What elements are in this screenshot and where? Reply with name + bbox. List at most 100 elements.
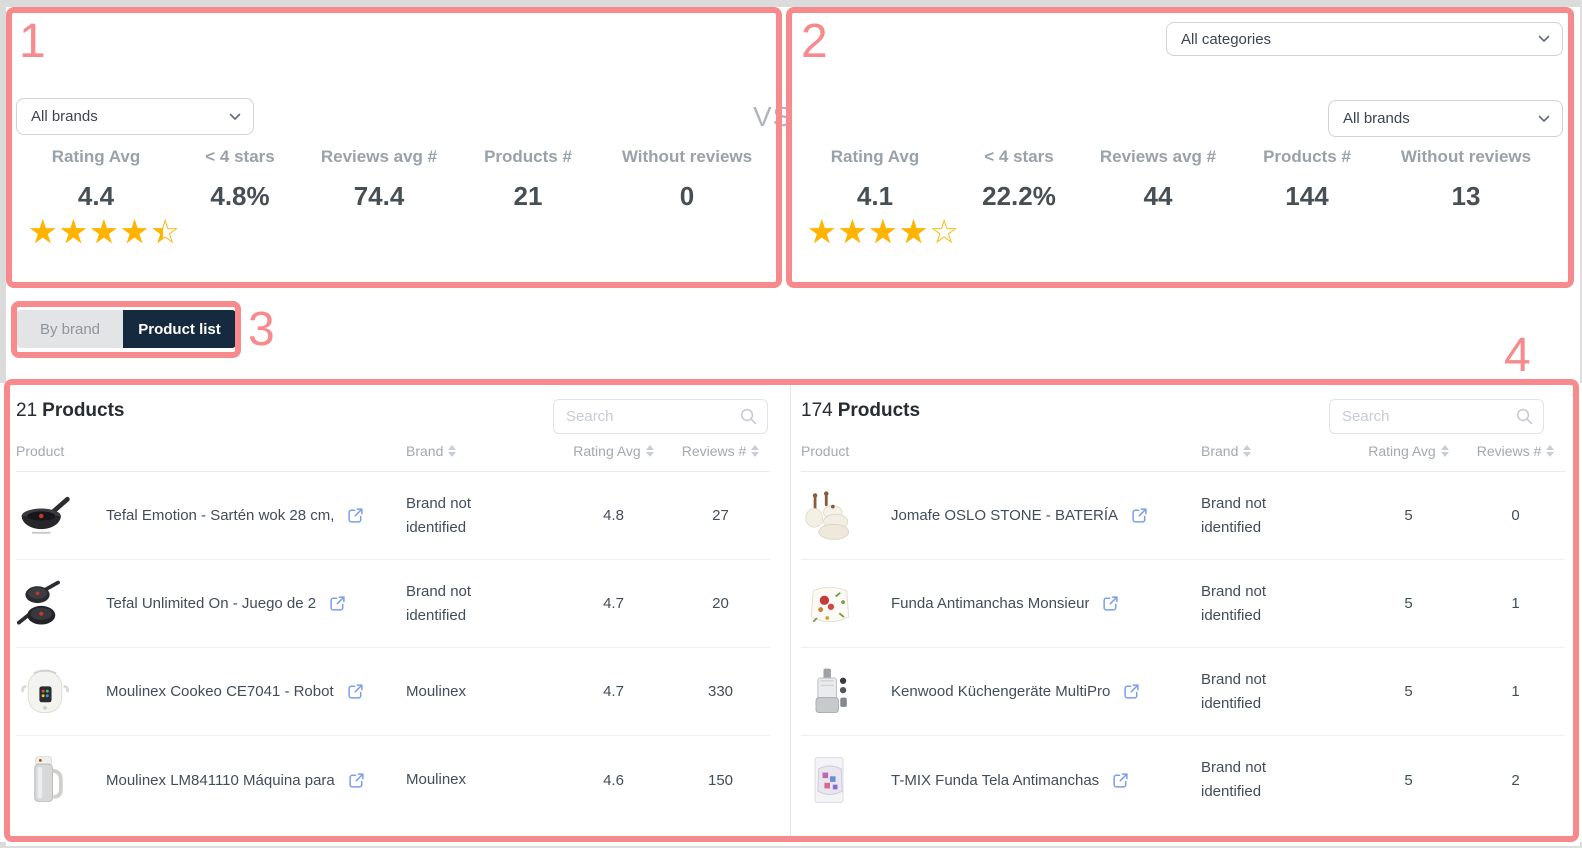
stat-label: Without reviews — [602, 147, 772, 167]
vs-label: VS — [753, 101, 792, 133]
stat-label: Reviews avg # — [304, 147, 454, 167]
column-header-brand[interactable]: Brand — [1201, 443, 1351, 459]
product-rating: 5 — [1351, 772, 1466, 789]
product-rating: 4.8 — [556, 507, 671, 524]
stat-products: Products # 144 — [1233, 147, 1381, 250]
food-processor-thumbnail-icon — [801, 663, 859, 721]
column-header-rating-avg[interactable]: Rating Avg — [1351, 443, 1466, 459]
stat-label: < 4 stars — [176, 147, 304, 167]
left-stats-row: Rating Avg 4.4☆☆☆☆☆★★★★★ < 4 stars 4.8%Revi… — [16, 147, 772, 250]
left-brand-filter-value: All brands — [31, 108, 98, 125]
stat-value: 4.4 — [16, 181, 176, 212]
product-rating: 4.7 — [556, 595, 671, 612]
chevron-down-icon — [229, 113, 241, 121]
stat-products: Products #21 — [454, 147, 602, 250]
table-row: Tefal Emotion - Sartén wok 28 cm,Brand n… — [16, 472, 770, 560]
left-brand-filter-dropdown[interactable]: All brands — [16, 98, 254, 135]
stat-label: Products # — [454, 147, 602, 167]
tab-product-list[interactable]: Product list — [123, 310, 236, 348]
tab-by-brand[interactable]: By brand — [17, 310, 123, 348]
column-label: Reviews # — [1477, 443, 1542, 459]
right-stats-row: Rating Avg4.1☆☆☆☆☆★★★★★< 4 stars22.2%Rev… — [795, 147, 1565, 250]
product-reviews-count: 1 — [1466, 683, 1565, 700]
product-name: Kenwood Küchengeräte MultiPro — [891, 683, 1110, 700]
floral-cover-thumbnail-icon — [801, 575, 859, 633]
table-row: Kenwood Küchengeräte MultiPro Brand not i… — [801, 648, 1565, 736]
external-link-icon[interactable] — [346, 682, 365, 701]
comparison-dashboard: VS All brands Rating Avg4.4☆☆☆☆☆★★★★★< 4… — [0, 0, 1582, 848]
product-reviews-count: 27 — [671, 507, 770, 524]
external-link-icon[interactable] — [1122, 682, 1141, 701]
stat-value: 74.4 — [304, 181, 454, 212]
column-label: Reviews # — [682, 443, 747, 459]
left-table-body: Tefal Emotion - Sartén wok 28 cm,Brand n… — [16, 472, 770, 824]
external-link-icon[interactable] — [1111, 771, 1130, 790]
multicooker-thumbnail-icon — [16, 663, 74, 721]
stat-label: Rating Avg — [795, 147, 955, 167]
product-reviews-count: 0 — [1466, 507, 1565, 524]
stat-value: 44 — [1083, 181, 1233, 212]
column-header-rating-avg[interactable]: Rating Avg — [556, 443, 671, 459]
pan-set-thumbnail-icon — [16, 575, 74, 633]
stat-label: Products # — [1233, 147, 1381, 167]
sort-icon[interactable] — [1441, 445, 1449, 457]
left-search-input[interactable] — [554, 408, 740, 425]
external-link-icon[interactable] — [347, 771, 366, 790]
external-link-icon[interactable] — [328, 594, 347, 613]
right-product-table: 174Products Product BrandRating Avg Review… — [790, 383, 1582, 842]
product-brand: Brand not identified — [1201, 668, 1351, 716]
sort-icon[interactable] — [448, 445, 456, 457]
search-icon — [1516, 408, 1533, 425]
stat-reviews-avg: Reviews avg # 74.4 — [304, 147, 454, 250]
right-table-title: 174Products — [801, 400, 920, 422]
star-rating-icon: ☆☆☆☆☆★★★★★ — [807, 214, 960, 250]
product-brand: Moulinex — [406, 768, 556, 792]
right-product-count: 174 — [801, 400, 833, 421]
column-label: Product — [801, 443, 849, 459]
stat-value: 0 — [602, 181, 772, 212]
column-header-reviews[interactable]: Reviews # — [671, 443, 770, 459]
left-table-header: ProductBrandRating AvgReviews # — [16, 431, 770, 472]
product-rating: 5 — [1351, 507, 1466, 524]
table-row: Tefal Unlimited On - Juego de 2Brand not… — [16, 560, 770, 648]
star-rating-icon: ☆☆☆☆☆★★★★★ — [28, 214, 181, 250]
table-row: Funda Antimanchas Monsieur Brand not iden… — [801, 560, 1565, 648]
product-brand: Brand not identified — [1201, 580, 1351, 628]
external-link-icon[interactable] — [1101, 594, 1120, 613]
stat-label: Rating Avg — [16, 147, 176, 167]
product-rating: 4.7 — [556, 683, 671, 700]
stat-without-reviews: Without reviews 0 — [602, 147, 772, 250]
sort-icon[interactable] — [646, 445, 654, 457]
external-link-icon[interactable] — [346, 506, 365, 525]
stat-value: 4.1 — [795, 181, 955, 212]
column-header-reviews[interactable]: Reviews # — [1466, 443, 1565, 459]
product-reviews-count: 2 — [1466, 772, 1565, 789]
product-brand: Brand not identified — [1201, 756, 1351, 804]
stat-value: 13 — [1381, 181, 1551, 212]
right-brand-filter-dropdown[interactable]: All brands — [1328, 100, 1563, 137]
right-search-box — [1329, 399, 1544, 434]
product-rating: 4.6 — [556, 772, 671, 789]
sort-icon[interactable] — [751, 445, 759, 457]
fabric-cover-thumbnail-icon — [801, 751, 859, 809]
stat-value: 4.8% — [176, 181, 304, 212]
product-name: Funda Antimanchas Monsieur — [891, 595, 1089, 612]
column-header-brand[interactable]: Brand — [406, 443, 556, 459]
sort-icon[interactable] — [1546, 445, 1554, 457]
search-icon — [740, 408, 757, 425]
column-label: Brand — [406, 443, 443, 459]
product-name: Tefal Unlimited On - Juego de 2 — [106, 595, 316, 612]
stat-value: 144 — [1233, 181, 1381, 212]
right-category-filter-dropdown[interactable]: All categories — [1166, 22, 1563, 56]
sort-icon[interactable] — [1243, 445, 1251, 457]
cookware-set-thumbnail-icon — [801, 487, 859, 545]
soy-milk-maker-thumbnail-icon — [16, 751, 74, 809]
external-link-icon[interactable] — [1130, 506, 1149, 525]
right-search-input[interactable] — [1330, 408, 1516, 425]
stat-reviews-avg: Reviews avg #44 — [1083, 147, 1233, 250]
product-rating: 5 — [1351, 595, 1466, 612]
product-brand: Moulinex — [406, 680, 556, 704]
product-name: Moulinex Cookeo CE7041 - Robot — [106, 683, 334, 700]
right-brand-filter-value: All brands — [1343, 110, 1410, 127]
stat-without-reviews: Without reviews13 — [1381, 147, 1551, 250]
